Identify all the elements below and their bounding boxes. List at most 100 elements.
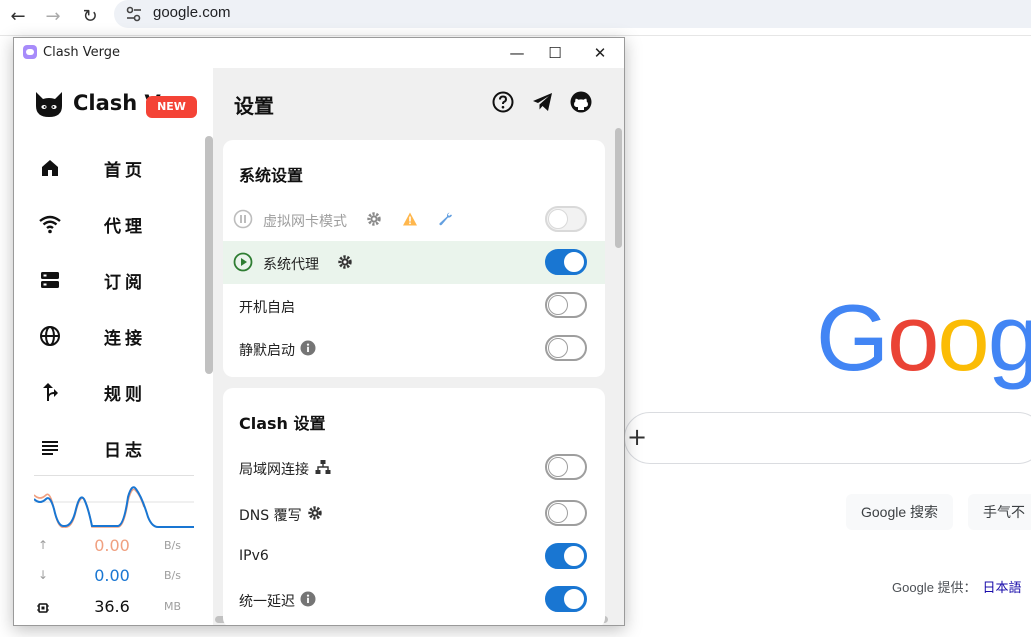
unified-delay-toggle[interactable]: [545, 586, 587, 612]
silent-start-toggle[interactable]: [545, 335, 587, 361]
tun-mode-toggle[interactable]: [545, 206, 587, 232]
sidebar-item-proxy[interactable]: 代理: [34, 202, 194, 246]
sidebar-item-subscriptions[interactable]: 订阅: [34, 258, 194, 302]
sidebar-item-connections[interactable]: 连接: [34, 314, 194, 358]
setting-label: 局域网连接: [239, 462, 309, 478]
telegram-icon[interactable]: [531, 90, 555, 114]
auto-launch-toggle[interactable]: [545, 292, 587, 318]
toggle-knob: [548, 338, 568, 358]
sidebar-item-label: 规则: [104, 385, 146, 405]
browser-toolbar: ← → ↻ google.com: [0, 0, 1031, 36]
sidebar-item-home[interactable]: 首页: [34, 146, 194, 190]
pause-circle-icon[interactable]: [233, 209, 253, 229]
setting-label: 开机自启: [239, 300, 295, 316]
upload-value: 0.00: [94, 536, 130, 555]
main-scrollbar[interactable]: [615, 128, 622, 248]
home-icon: [42, 160, 58, 176]
info-icon[interactable]: [300, 591, 316, 607]
back-icon[interactable]: ←: [5, 4, 31, 30]
sidebar-item-label: 代理: [104, 217, 146, 237]
reload-icon[interactable]: ↻: [77, 4, 103, 30]
setting-label: 统一延迟: [239, 594, 295, 610]
memory-unit: MB: [164, 600, 182, 613]
sidebar-item-label: 首页: [104, 161, 146, 181]
setting-row-tun-mode: 虚拟网卡模式: [223, 198, 605, 241]
setting-label: 系统代理: [263, 257, 319, 273]
storage-icon: [41, 272, 59, 288]
play-circle-icon[interactable]: [233, 252, 253, 272]
google-search-button[interactable]: Google 搜索: [846, 494, 954, 530]
system-settings-card: 系统设置 虚拟网卡模式 系统代理 开机自启 静默启动: [223, 140, 605, 377]
sidebar-item-logs[interactable]: 日志: [34, 426, 194, 470]
site-settings-icon[interactable]: [124, 4, 144, 24]
download-row: ↓ 0.00 B/s: [34, 566, 194, 588]
page-title: 设置: [234, 94, 274, 118]
warning-icon[interactable]: [402, 211, 418, 227]
setting-row-auto-launch: 开机自启: [223, 284, 605, 327]
setting-label: IPv6: [239, 548, 269, 564]
gear-icon[interactable]: [337, 254, 353, 270]
wifi-icon: [39, 215, 61, 234]
help-icon[interactable]: [491, 90, 515, 114]
sidebar-item-label: 订阅: [104, 273, 146, 293]
setting-label: 静默启动: [239, 343, 295, 359]
card-title: Clash 设置: [239, 414, 326, 433]
close-button[interactable]: ✕: [580, 38, 620, 68]
toggle-knob: [548, 457, 568, 477]
upload-unit: B/s: [164, 539, 181, 552]
url-text: google.com: [153, 4, 231, 21]
setting-row-allow-lan: 局域网连接: [223, 446, 605, 489]
system-proxy-toggle[interactable]: [545, 249, 587, 275]
cat-logo-icon: [36, 92, 62, 117]
settings-page: 设置 系统设置 虚拟网卡模式 系统代理 开机自启 静默启动 Clash 设置 局…: [213, 68, 624, 625]
toggle-knob: [564, 252, 584, 272]
upload-row: ↑ 0.00 B/s: [34, 536, 194, 558]
allow-lan-toggle[interactable]: [545, 454, 587, 480]
traffic-graph: [34, 486, 194, 528]
setting-row-ipv6: IPv6: [223, 535, 605, 578]
toggle-knob: [564, 546, 584, 566]
new-badge: NEW: [146, 96, 197, 118]
language-link[interactable]: 日本語: [983, 580, 1022, 595]
gear-icon[interactable]: [307, 505, 323, 521]
github-icon[interactable]: [569, 90, 593, 114]
memory-chip-icon: [37, 603, 49, 613]
lan-icon[interactable]: [315, 459, 331, 475]
traffic-panel: ↑ 0.00 B/s ↓ 0.00 B/s 36.6 MB: [34, 475, 194, 620]
google-search-input[interactable]: +: [624, 412, 1031, 464]
memory-row: 36.6 MB: [34, 597, 194, 619]
sidebar-item-label: 日志: [104, 441, 146, 461]
sidebar-item-label: 连接: [104, 329, 146, 349]
sidebar-scrollbar[interactable]: [205, 136, 213, 374]
traffic-divider: [34, 475, 194, 476]
toggle-knob: [548, 209, 568, 229]
window-title: Clash Verge: [43, 45, 121, 60]
dns-override-toggle[interactable]: [545, 500, 587, 526]
upload-arrow-icon: ↑: [37, 538, 49, 552]
title-bar[interactable]: Clash Verge — ☐ ✕: [14, 38, 624, 68]
info-icon[interactable]: [300, 340, 316, 356]
setting-label: DNS 覆写: [239, 508, 302, 524]
clash-settings-card: Clash 设置 局域网连接 DNS 覆写 IPv6 统一延迟: [223, 388, 605, 625]
gear-icon[interactable]: [366, 211, 382, 227]
wrench-icon[interactable]: [438, 211, 454, 227]
app-icon: [23, 45, 37, 59]
toggle-knob: [548, 503, 568, 523]
lucky-button[interactable]: 手气不: [968, 494, 1031, 530]
setting-row-dns-override: DNS 覆写: [223, 492, 605, 535]
google-logo: Goog: [816, 285, 1031, 390]
setting-row-unified-delay: 统一延迟: [223, 578, 605, 621]
list-icon: [42, 441, 58, 455]
download-arrow-icon: ↓: [37, 568, 49, 582]
forward-icon[interactable]: →: [40, 4, 66, 30]
address-bar[interactable]: google.com: [114, 0, 1031, 28]
setting-label: 虚拟网卡模式: [263, 214, 347, 230]
fork-icon: [43, 383, 58, 401]
maximize-button[interactable]: ☐: [535, 38, 575, 68]
toggle-knob: [548, 295, 568, 315]
sidebar-item-rules[interactable]: 规则: [34, 370, 194, 414]
minimize-button[interactable]: —: [497, 38, 537, 68]
download-value: 0.00: [94, 566, 130, 585]
ipv6-toggle[interactable]: [545, 543, 587, 569]
plus-icon[interactable]: +: [627, 423, 647, 451]
